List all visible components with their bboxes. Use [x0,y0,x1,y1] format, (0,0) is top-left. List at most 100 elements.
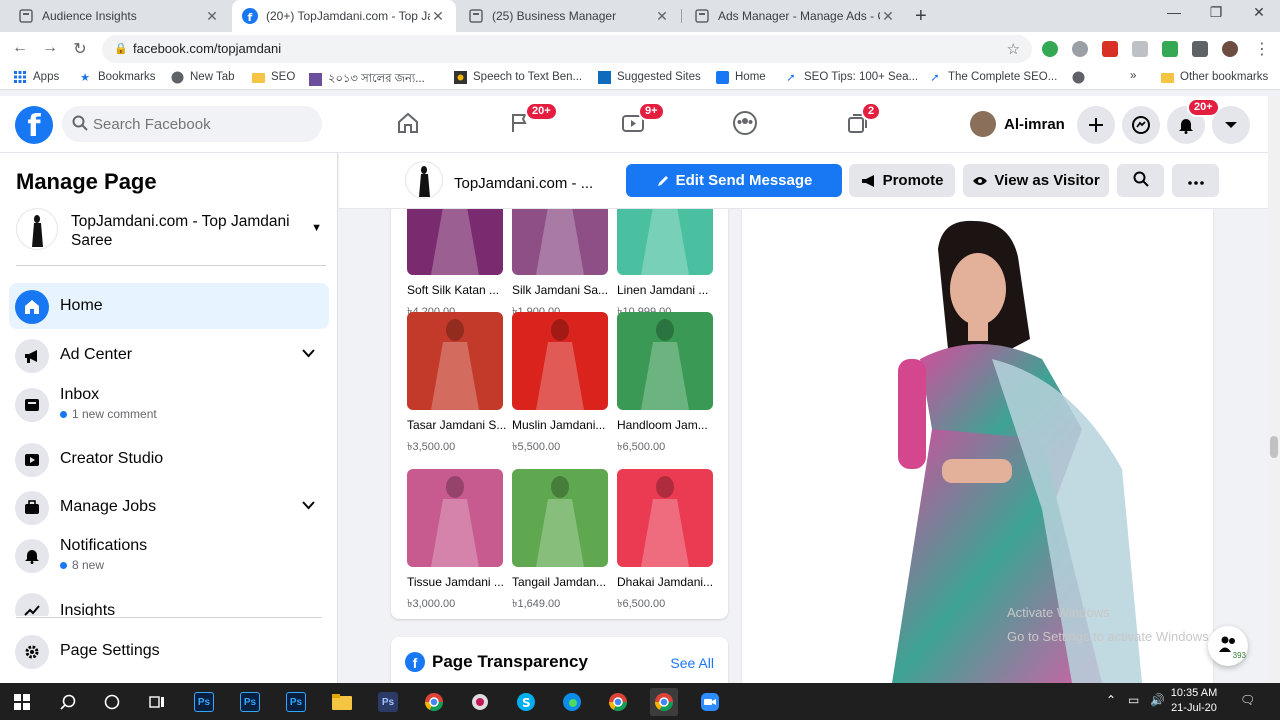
browser-tab-topjamdani[interactable]: f (20+) TopJamdani.com - Top Jam ✕ [232,0,456,32]
windows-start-icon[interactable] [8,688,36,716]
close-tab-icon[interactable]: ✕ [204,8,220,25]
bookmark-star-icon[interactable]: ☆ [1007,40,1020,58]
reload-icon[interactable]: ↻ [70,39,90,59]
chrome-active-icon[interactable] [650,688,678,716]
task-view-icon[interactable] [143,688,171,716]
url-text[interactable]: facebook.com/topjamdani [133,41,281,56]
skype-icon[interactable]: S [512,688,540,716]
bookmark-other[interactable]: Other bookmarks [1160,70,1268,84]
minimize-icon[interactable]: — [1164,4,1184,20]
page-title[interactable]: TopJamdani.com - ... [454,175,593,192]
product-name[interactable]: Silk Jamdani Sa... [512,283,614,297]
product-item[interactable]: Dhakai Jamdani... ৳6,500.00 [617,469,719,614]
search-box[interactable] [62,106,322,142]
edit-send-message-button[interactable]: Edit Send Message [626,164,842,197]
scrollbar-thumb[interactable] [1270,436,1278,458]
cortana-icon[interactable] [98,688,126,716]
bookmark-complete-seo[interactable]: ➚ The Complete SEO... [928,70,1057,84]
photoshop-app-icon[interactable]: Ps [374,688,402,716]
messenger-button[interactable] [1122,106,1160,144]
account-menu-button[interactable] [1212,106,1250,144]
product-item[interactable]: Linen Jamdani ...৳10,999.00 [617,209,719,322]
notifications-button[interactable]: 20+ [1167,98,1220,144]
network-icon[interactable]: ▭ [1128,693,1139,707]
profile-avatar[interactable] [1222,41,1238,57]
close-window-icon[interactable]: ✕ [1249,4,1269,21]
sidebar-item-creator-studio[interactable]: Creator Studio [9,436,329,482]
home-nav-icon[interactable] [393,108,423,138]
product-item[interactable]: Soft Silk Katan ...৳4,200.00 [407,209,509,322]
bookmark-bookmarks[interactable]: ★ Bookmarks [78,70,155,84]
page-avatar[interactable] [405,161,443,199]
product-image[interactable] [512,312,608,410]
watch-video-icon[interactable]: 9+ [618,102,665,138]
product-name[interactable]: Tasar Jamdani S... [407,418,509,432]
profile-link[interactable]: Al-imran [970,106,1065,142]
sidebar-item-inbox[interactable]: Inbox 1 new comment [9,381,329,427]
extension-icon[interactable] [1102,41,1118,57]
globe-extension-icon[interactable] [1072,41,1088,57]
product-image[interactable] [617,209,713,275]
sidebar-item-page-settings[interactable]: Page Settings [9,628,329,674]
product-image[interactable] [407,209,503,275]
page-search-button[interactable] [1117,164,1164,197]
product-name[interactable]: Tangail Jamdan... [512,575,614,589]
bookmark-bangla[interactable]: ২০১৩ সালের জন্য... [308,70,425,89]
restore-icon[interactable]: ❐ [1206,4,1226,21]
page-selector[interactable]: TopJamdani.com - Top Jamdani Saree ▼ [16,208,326,266]
chrome-icon[interactable] [420,688,448,716]
app-icon[interactable] [466,688,494,716]
browser-tab-business-manager[interactable]: (25) Business Manager ✕ [458,0,680,32]
bookmark-speech-to-text[interactable]: Speech to Text Ben... [453,70,582,84]
product-name[interactable]: Linen Jamdani ... [617,283,719,297]
browser-tab-ads-manager[interactable]: Ads Manager - Manage Ads - Ca ✕ [684,0,906,32]
page-scrollbar[interactable] [1268,96,1280,683]
product-name[interactable]: Soft Silk Katan ... [407,283,509,297]
product-item[interactable]: Tasar Jamdani S... ৳3,500.00 [407,312,509,457]
gaming-icon[interactable]: 2 [843,102,882,138]
bookmark-home[interactable]: Home [715,70,766,84]
taskbar-clock[interactable]: 10:35 AM 21-Jul-20 [1164,686,1224,716]
browser-tab-audience-insights[interactable]: Audience Insights ✕ [8,0,230,32]
search-input[interactable] [93,106,313,142]
product-item[interactable]: Tissue Jamdani ... ৳3,000.00 [407,469,509,614]
view-as-visitor-button[interactable]: View as Visitor [963,164,1109,197]
sidebar-item-ad-center[interactable]: Ad Center [9,332,329,378]
promote-button[interactable]: Promote [849,164,955,197]
product-name[interactable]: Handloom Jam... [617,418,719,432]
product-item[interactable]: Handloom Jam... ৳6,500.00 [617,312,719,457]
chrome-icon[interactable] [604,688,632,716]
photoshop-app-icon[interactable]: Ps [190,688,218,716]
chevron-down-icon[interactable] [302,346,315,361]
sidebar-item-notifications[interactable]: Notifications 8 new [9,532,329,578]
product-image[interactable] [512,209,608,275]
product-item[interactable]: Tangail Jamdan... ৳1,649.00 [512,469,614,614]
product-name[interactable]: Tissue Jamdani ... [407,575,509,589]
photoshop-app-icon[interactable]: Ps [282,688,310,716]
product-image[interactable] [407,312,503,410]
product-image[interactable] [617,312,713,410]
product-item[interactable]: Silk Jamdani Sa...৳1,900.00 [512,209,614,322]
close-tab-icon[interactable]: ✕ [654,8,670,25]
forward-icon[interactable]: → [40,39,60,57]
sidebar-item-insights[interactable]: Insights [9,586,329,616]
search-icon[interactable] [54,688,82,716]
bookmarks-overflow[interactable]: » [1130,70,1136,82]
product-item[interactable]: Muslin Jamdani... ৳5,500.00 [512,312,614,457]
product-image[interactable] [407,469,503,567]
file-explorer-icon[interactable] [328,688,356,716]
see-all-link[interactable]: See All [670,655,714,671]
address-bar[interactable]: 🔒 facebook.com/topjamdani ☆ [102,35,1032,63]
sidebar-item-manage-jobs[interactable]: Manage Jobs [9,484,329,530]
product-name[interactable]: Muslin Jamdani... [512,418,614,432]
bookmark-seo[interactable]: SEO [251,70,295,84]
floating-people-button[interactable]: 393 [1208,626,1248,666]
groups-icon[interactable] [730,108,760,138]
product-image[interactable] [617,469,713,567]
new-tab-button[interactable]: + [915,5,927,28]
product-image[interactable] [512,469,608,567]
sidebar-item-home[interactable]: Home [9,283,329,329]
menu-dots-icon[interactable]: ⋮ [1252,39,1272,59]
code-extension-icon[interactable] [1132,41,1148,57]
create-plus-button[interactable] [1077,106,1115,144]
